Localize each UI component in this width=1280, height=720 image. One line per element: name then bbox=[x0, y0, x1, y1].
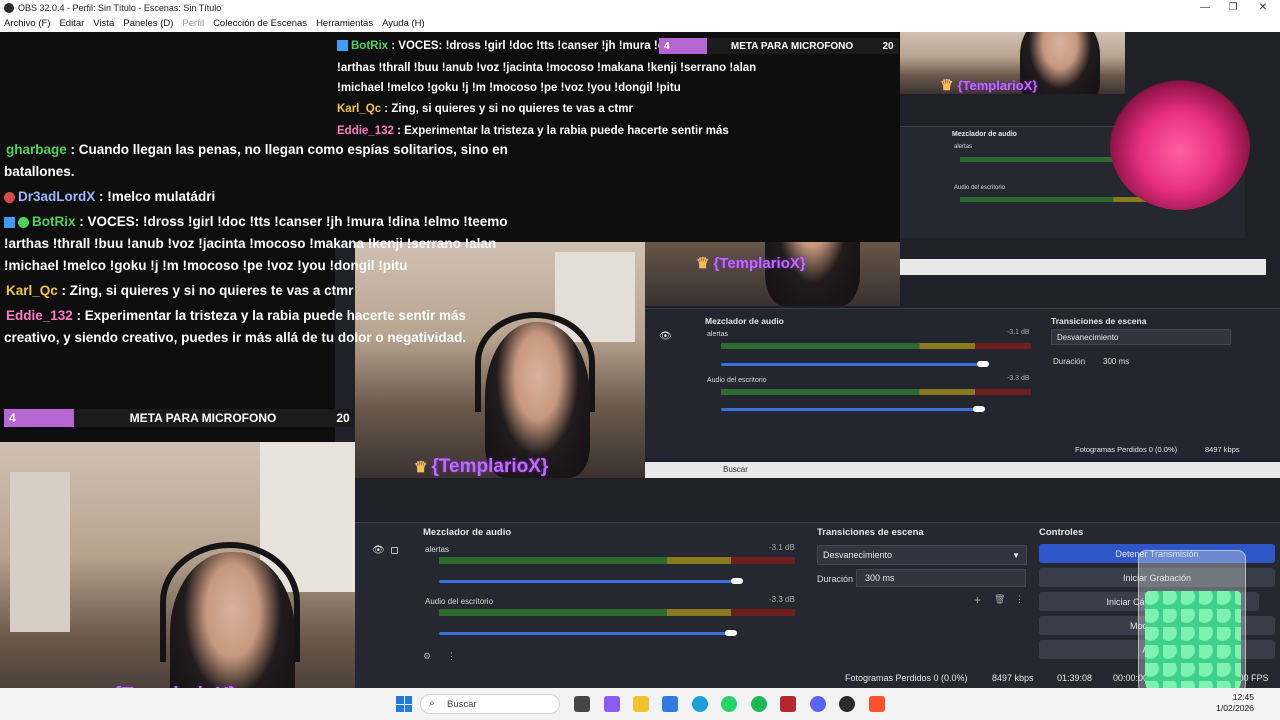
transitions-title: Transiciones de escena bbox=[817, 527, 924, 538]
channel-desktop-db: -3.3 dB bbox=[769, 595, 795, 604]
file-explorer-icon[interactable] bbox=[633, 696, 649, 712]
menu-bar: Archivo (F) Editar Vista Paneles (D) Per… bbox=[0, 15, 1280, 32]
discord-icon[interactable] bbox=[810, 696, 826, 712]
nested-taskbar-medium: Buscar bbox=[645, 462, 1280, 478]
obs-icon bbox=[4, 2, 14, 13]
jar-overlay-image bbox=[1138, 550, 1246, 688]
menu-vista[interactable]: Vista bbox=[93, 18, 114, 29]
maximize-button[interactable]: ❐ bbox=[1218, 0, 1248, 15]
task-view-icon[interactable] bbox=[574, 696, 590, 712]
duration-input[interactable]: 300 ms bbox=[856, 569, 1026, 587]
streamer-tag-2: ♛ {TemplarioX} bbox=[696, 255, 806, 272]
duration-label: Duración bbox=[817, 574, 854, 584]
nested-obs-ui-medium: Mezclador de audio 👁 alertas -3.1 dB Aud… bbox=[645, 308, 1280, 460]
pig-mascot-image bbox=[1110, 80, 1250, 210]
controls-title: Controles bbox=[1039, 527, 1084, 538]
nested-taskbar-small bbox=[900, 259, 1266, 275]
preview-canvas[interactable]: ♛ {TemplarioX} ♛ {TemplarioX} Mezclador de… bbox=[0, 32, 1280, 688]
transitions-dock: Transiciones de escena Desvanecimiento ▼ … bbox=[810, 522, 1032, 688]
goal-progress: 4 bbox=[4, 409, 74, 427]
channel-alertas-knob[interactable] bbox=[731, 578, 743, 584]
store-icon[interactable] bbox=[662, 696, 678, 712]
webcam-nested-1 bbox=[355, 242, 645, 478]
channel-desktop-meter bbox=[439, 609, 795, 616]
edge-icon[interactable] bbox=[692, 696, 708, 712]
channel-alertas-db: -3.1 dB bbox=[769, 543, 795, 552]
window-title: OBS 32.0.4 - Perfil: Sin Título - Escena… bbox=[18, 2, 222, 13]
minimize-button[interactable]: — bbox=[1190, 0, 1220, 15]
channel-alertas-label: alertas bbox=[425, 545, 450, 554]
app-icon[interactable] bbox=[780, 696, 796, 712]
chat-message-dr3adlordx: Dr3adLordX : !melco mulatádri bbox=[4, 186, 215, 208]
menu-coleccion-escenas[interactable]: Colección de Escenas bbox=[213, 18, 307, 29]
eye-icon: 👁 bbox=[659, 331, 672, 342]
menu-herramientas[interactable]: Herramientas bbox=[316, 18, 373, 29]
audio-mixer-dock: Mezclador de audio 👁 alertas -3.1 dB Aud… bbox=[355, 522, 810, 688]
close-button[interactable]: ✕ bbox=[1248, 0, 1278, 15]
chat-message-gharbage: gharbage : Cuando llegan las penas, no l… bbox=[6, 142, 508, 157]
taskbar-search[interactable]: ⌕ Buscar bbox=[420, 694, 560, 714]
streamer-tag-1: ♛ {TemplarioX} bbox=[414, 456, 549, 477]
mixer-title: Mezclador de audio bbox=[423, 527, 512, 538]
chat-message-botrix: BotRix : VOCES: !dross !girl !doc !tts !… bbox=[4, 211, 508, 233]
whatsapp-icon[interactable] bbox=[721, 696, 737, 712]
stream-time: 01:39:08 bbox=[1057, 673, 1093, 683]
add-transition-icon[interactable]: + bbox=[974, 593, 981, 607]
dropped-frames: Fotogramas Perdidos 0 (0.0%) bbox=[845, 673, 968, 683]
window-titlebar: OBS 32.0.4 - Perfil: Sin Título - Escena… bbox=[0, 0, 1280, 15]
spotify-icon[interactable] bbox=[751, 696, 767, 712]
channel-desktop-volume[interactable] bbox=[439, 632, 733, 635]
chat-overlay: gharbage : Cuando llegan las penas, no l… bbox=[0, 32, 508, 442]
windows-taskbar: ⌕ Buscar 12:45 1/02/2026 bbox=[0, 688, 1280, 720]
delete-transition-icon[interactable]: 🗑 bbox=[994, 594, 1005, 605]
goal-bar: 4 META PARA MICROFONO 20 bbox=[4, 409, 354, 427]
copilot-icon[interactable] bbox=[604, 696, 620, 712]
menu-paneles[interactable]: Paneles (D) bbox=[123, 18, 173, 29]
windows-start-icon[interactable] bbox=[396, 696, 412, 712]
lock-icon[interactable] bbox=[391, 547, 398, 554]
brave-icon[interactable] bbox=[869, 696, 885, 712]
menu-editar[interactable]: Editar bbox=[59, 18, 84, 29]
menu-archivo[interactable]: Archivo (F) bbox=[4, 18, 50, 29]
transition-menu-icon[interactable]: ⋮ bbox=[1015, 594, 1024, 605]
nested-goal-bar: 4 META PARA MICROFONO 20 bbox=[659, 38, 899, 54]
chat-message-eddie: Eddie_132 : Experimentar la tristeza y l… bbox=[6, 308, 466, 323]
goal-target: 20 bbox=[336, 411, 350, 425]
mixer-settings-icon[interactable]: ⚙ bbox=[423, 651, 431, 662]
streamer-tag-3: ♛ {TemplarioX} bbox=[940, 77, 1038, 94]
channel-desktop-label: Audio del escritorio bbox=[425, 597, 494, 606]
search-icon: ⌕ bbox=[429, 698, 435, 709]
channel-alertas-meter bbox=[439, 557, 795, 564]
channel-desktop-knob[interactable] bbox=[725, 630, 737, 636]
webcam-main bbox=[0, 442, 355, 688]
mixer-menu-icon[interactable]: ⋮ bbox=[447, 651, 456, 662]
menu-perfil[interactable]: Perfil bbox=[182, 18, 204, 29]
goal-label: META PARA MICROFONO bbox=[129, 411, 277, 425]
obs-taskbar-icon[interactable] bbox=[839, 696, 855, 712]
menu-ayuda[interactable]: Ayuda (H) bbox=[382, 18, 425, 29]
channel-alertas-volume[interactable] bbox=[439, 580, 739, 583]
eye-icon[interactable]: 👁 bbox=[372, 545, 385, 556]
transition-select[interactable]: Desvanecimiento ▼ bbox=[817, 545, 1027, 565]
clock[interactable]: 12:45 1/02/2026 bbox=[1216, 692, 1254, 714]
chat-message-karl: Karl_Qc : Zing, si quieres y si no quier… bbox=[6, 283, 354, 298]
bitrate: 8497 kbps bbox=[992, 673, 1034, 683]
